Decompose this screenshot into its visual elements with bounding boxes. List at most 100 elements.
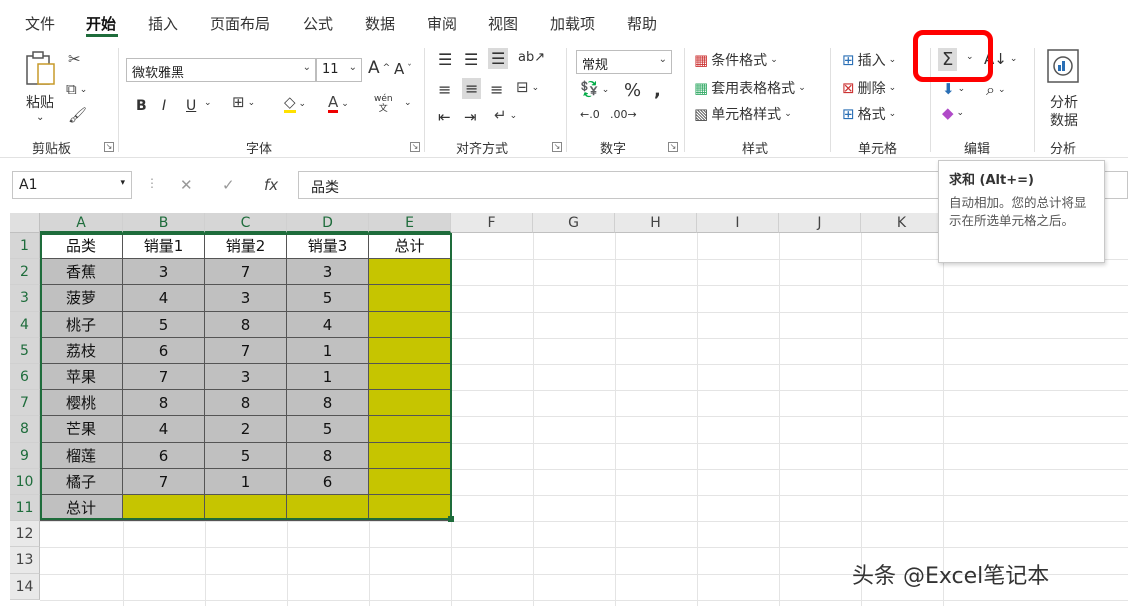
underline-button[interactable]: U <box>186 98 196 114</box>
cell-a2[interactable]: 香蕉 <box>40 259 123 286</box>
column-header-a[interactable]: A <box>40 213 123 233</box>
worksheet-grid[interactable]: ABCDEFGHIJK 1 2 3 4 5 6 7 8 9 10 11 12 13 14 品类 销量1 销量2… <box>0 210 1128 606</box>
align-bottom-icon[interactable]: ☰ <box>488 48 509 69</box>
cell-d9[interactable]: 8 <box>287 442 369 469</box>
borders-button[interactable]: ⊞ ⌄ <box>232 95 255 110</box>
font-color-button[interactable]: A ⌄ <box>328 95 349 113</box>
row-header-5[interactable]: 5 <box>10 337 40 364</box>
cell-e4[interactable] <box>369 311 451 338</box>
wrap-text-icon[interactable]: ↵ ⌄ <box>494 108 517 123</box>
cell-e9[interactable] <box>369 442 451 469</box>
column-header-f[interactable]: F <box>451 213 533 233</box>
cell-b8[interactable]: 4 <box>123 416 205 443</box>
cell-b1[interactable]: 销量1 <box>123 233 205 260</box>
row-header-3[interactable]: 3 <box>10 285 40 312</box>
column-header-h[interactable]: H <box>615 213 697 233</box>
row-header-7[interactable]: 7 <box>10 390 40 417</box>
increase-font-icon[interactable]: A ^ <box>368 58 390 78</box>
cell-c6[interactable]: 3 <box>205 364 287 391</box>
cell-a1[interactable]: 品类 <box>40 233 123 260</box>
tab-file[interactable]: 文件 <box>25 13 55 34</box>
increase-indent-icon[interactable]: ⇥ <box>464 108 477 126</box>
cell-e3[interactable] <box>369 285 451 312</box>
column-header-d[interactable]: D <box>287 213 369 233</box>
row-header-6[interactable]: 6 <box>10 364 40 391</box>
paste-button[interactable] <box>24 50 58 88</box>
row-header-1[interactable]: 1 <box>10 233 40 260</box>
comma-style-icon[interactable]: , <box>654 80 661 101</box>
cell-b2[interactable]: 3 <box>123 259 205 286</box>
font-size-select[interactable]: 11 ⌄ <box>316 58 362 82</box>
tab-page-layout[interactable]: 页面布局 <box>210 13 270 34</box>
confirm-icon[interactable]: ✓ <box>222 176 235 194</box>
format-cells-button[interactable]: ⊞ 格式 ⌄ <box>842 104 896 124</box>
column-header-i[interactable]: I <box>697 213 779 233</box>
number-format-select[interactable]: 常规 ⌄ <box>576 50 672 74</box>
row-header-10[interactable]: 10 <box>10 468 40 495</box>
row-header-13[interactable]: 13 <box>10 547 40 574</box>
cell-a3[interactable]: 菠萝 <box>40 285 123 312</box>
row-header-2[interactable]: 2 <box>10 259 40 286</box>
tab-view[interactable]: 视图 <box>488 13 518 34</box>
cell-styles-button[interactable]: ▧ 单元格样式 ⌄ <box>694 104 792 124</box>
underline-dropdown-icon[interactable]: ⌄ <box>204 98 212 108</box>
cell-a6[interactable]: 苹果 <box>40 364 123 391</box>
paste-label[interactable]: 粘贴 <box>26 92 54 112</box>
cell-a11[interactable]: 总计 <box>40 495 123 522</box>
analyze-data-button[interactable] <box>1044 48 1084 86</box>
cell-d5[interactable]: 1 <box>287 337 369 364</box>
cell-b10[interactable]: 7 <box>123 468 205 495</box>
font-name-select[interactable]: 微软雅黑 ⌄ <box>126 58 316 82</box>
row-header-8[interactable]: 8 <box>10 416 40 443</box>
cell-d1[interactable]: 销量3 <box>287 233 369 260</box>
cell-c10[interactable]: 1 <box>205 468 287 495</box>
phonetic-dropdown-icon[interactable]: ⌄ <box>404 98 412 108</box>
paste-dropdown-icon[interactable]: ⌄ <box>36 112 44 123</box>
align-middle-icon[interactable]: ☰ <box>464 50 478 69</box>
cell-b7[interactable]: 8 <box>123 390 205 417</box>
align-right-icon[interactable]: ≡ <box>490 80 503 99</box>
cell-e5[interactable] <box>369 337 451 364</box>
cancel-icon[interactable]: ✕ <box>180 176 193 194</box>
tab-addins[interactable]: 加载项 <box>550 13 595 34</box>
tab-formulas[interactable]: 公式 <box>303 13 333 34</box>
analyze-data-line1[interactable]: 分析 <box>1050 92 1078 112</box>
cell-a5[interactable]: 荔枝 <box>40 337 123 364</box>
percent-icon[interactable]: % <box>624 80 641 101</box>
cell-e6[interactable] <box>369 364 451 391</box>
cell-d8[interactable]: 5 <box>287 416 369 443</box>
format-as-table-button[interactable]: ▦ 套用表格格式 ⌄ <box>694 78 806 98</box>
insert-cells-button[interactable]: ⊞ 插入 ⌄ <box>842 50 896 70</box>
align-top-icon[interactable]: ☰ <box>438 50 452 69</box>
cell-d3[interactable]: 5 <box>287 285 369 312</box>
tab-review[interactable]: 审阅 <box>427 13 457 34</box>
font-launcher-icon[interactable]: ↘ <box>410 142 420 152</box>
cell-b11[interactable] <box>123 495 205 522</box>
cell-b9[interactable]: 6 <box>123 442 205 469</box>
tab-home[interactable]: 开始 <box>86 13 116 34</box>
copy-icon[interactable]: ⧉ ⌄ <box>66 82 87 97</box>
row-header-9[interactable]: 9 <box>10 442 40 469</box>
tab-help[interactable]: 帮助 <box>627 13 657 34</box>
cell-d10[interactable]: 6 <box>287 468 369 495</box>
cell-d4[interactable]: 4 <box>287 311 369 338</box>
cell-d2[interactable]: 3 <box>287 259 369 286</box>
row-header-12[interactable]: 12 <box>10 521 40 548</box>
cell-a9[interactable]: 榴莲 <box>40 442 123 469</box>
cell-e2[interactable] <box>369 259 451 286</box>
merge-center-icon[interactable]: ⊟ ⌄ <box>516 80 539 95</box>
cell-b3[interactable]: 4 <box>123 285 205 312</box>
conditional-formatting-button[interactable]: ▦ 条件格式 ⌄ <box>694 50 778 70</box>
column-header-k[interactable]: K <box>861 213 943 233</box>
cell-e10[interactable] <box>369 468 451 495</box>
cell-c2[interactable]: 7 <box>205 259 287 286</box>
delete-cells-button[interactable]: ⊠ 删除 ⌄ <box>842 78 896 98</box>
cell-a8[interactable]: 芒果 <box>40 416 123 443</box>
cell-d6[interactable]: 1 <box>287 364 369 391</box>
cell-b6[interactable]: 7 <box>123 364 205 391</box>
fill-color-button[interactable]: ◇ ⌄ <box>284 95 306 113</box>
cell-c11[interactable] <box>205 495 287 522</box>
row-header-11[interactable]: 11 <box>10 495 40 522</box>
cell-a10[interactable]: 橘子 <box>40 468 123 495</box>
eraser-icon[interactable]: ◆ ⌄ <box>942 104 964 122</box>
